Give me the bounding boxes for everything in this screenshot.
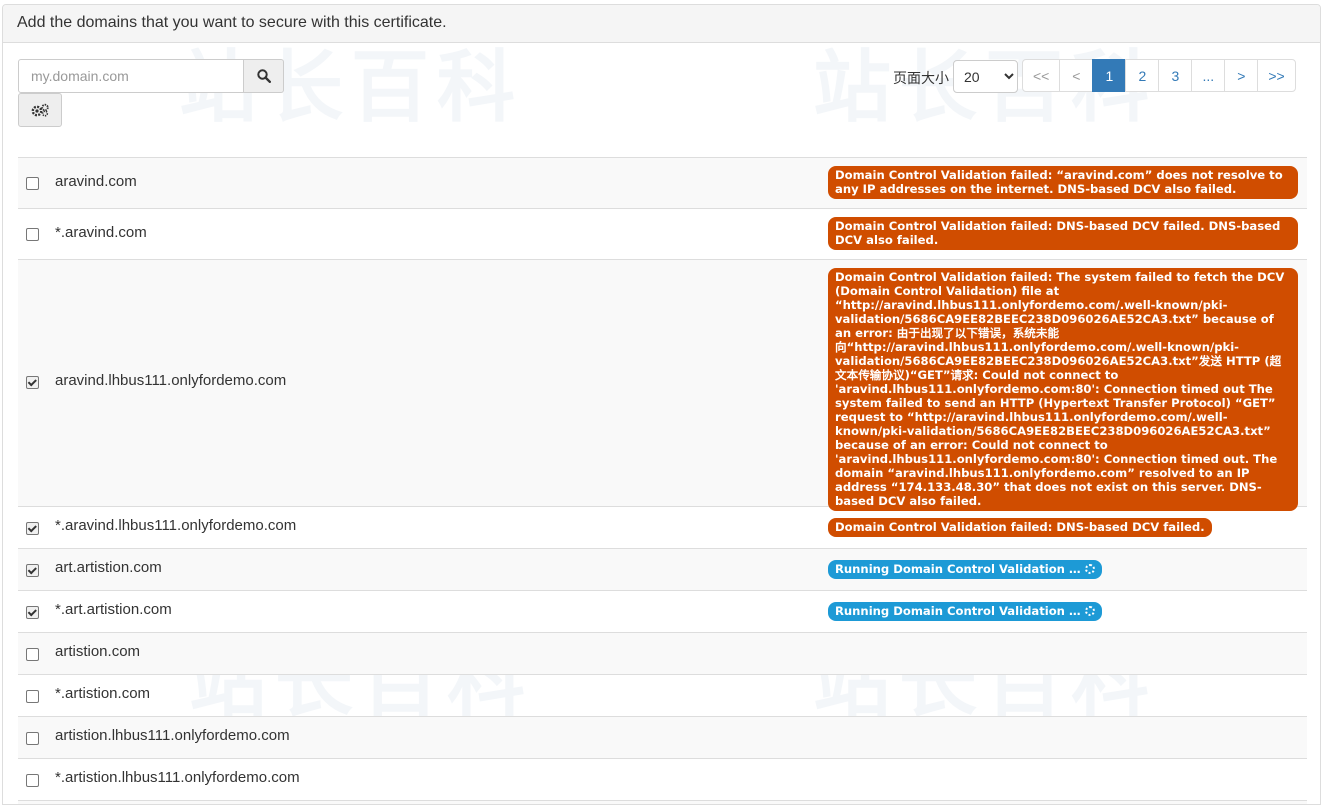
page-button-3[interactable]: 3 bbox=[1158, 59, 1193, 92]
search-button[interactable] bbox=[244, 59, 284, 93]
table-row: artistion.lhbus111.onlyfordemo.com bbox=[18, 717, 1307, 759]
row-checkbox[interactable] bbox=[26, 564, 39, 577]
table-row: aravind.com Domain Control Validation fa… bbox=[18, 158, 1307, 209]
row-checkbox[interactable] bbox=[26, 177, 39, 190]
page-first-button[interactable]: << bbox=[1022, 59, 1061, 92]
table-row: *.artistion.lhbus111.onlyfordemo.com bbox=[18, 759, 1307, 801]
domain-name: aravind.lhbus111.onlyfordemo.com bbox=[55, 372, 287, 389]
domain-name: *.aravind.com bbox=[55, 224, 147, 241]
page-last-button[interactable]: >> bbox=[1257, 59, 1296, 92]
domains-panel: Add the domains that you want to secure … bbox=[2, 4, 1321, 805]
table-row: aravind.lhbus111.onlyfordemo.com Domain … bbox=[18, 260, 1307, 511]
domain-name: *.art.artistion.com bbox=[55, 601, 172, 618]
dcv-status-badge: Domain Control Validation failed: The sy… bbox=[828, 268, 1298, 511]
dcv-running-badge: Running Domain Control Validation … bbox=[828, 602, 1102, 621]
domain-name: *.aravind.lhbus111.onlyfordemo.com bbox=[55, 517, 297, 534]
dcv-status-badge: Domain Control Validation failed: DNS-ba… bbox=[828, 518, 1212, 537]
domain-name: artistion.com bbox=[55, 643, 141, 660]
page-button-2[interactable]: 2 bbox=[1125, 59, 1160, 92]
dcv-running-text: Running Domain Control Validation … bbox=[835, 604, 1081, 618]
row-checkbox[interactable] bbox=[26, 606, 39, 619]
row-checkbox[interactable] bbox=[26, 228, 39, 241]
row-checkbox[interactable] bbox=[26, 732, 39, 745]
table-row: *.artistion.com bbox=[18, 675, 1307, 717]
page-ellipsis-button[interactable]: ... bbox=[1191, 59, 1226, 92]
search-input[interactable] bbox=[18, 59, 244, 93]
domain-name: aravind.com bbox=[55, 173, 137, 190]
settings-button[interactable] bbox=[18, 93, 62, 127]
page-size-select[interactable]: 20 bbox=[953, 60, 1018, 93]
table-row: artistion.com bbox=[18, 633, 1307, 675]
row-checkbox[interactable] bbox=[26, 648, 39, 661]
spinner-icon bbox=[1084, 564, 1095, 574]
table-row: art.artistion.com Running Domain Control… bbox=[18, 549, 1307, 591]
table-row: *.art.artistion.com Running Domain Contr… bbox=[18, 591, 1307, 633]
spinner-icon bbox=[1084, 606, 1095, 616]
row-checkbox[interactable] bbox=[26, 376, 39, 389]
table-row: *.aravind.com Domain Control Validation … bbox=[18, 209, 1307, 260]
table-row: *.aravind.lhbus111.onlyfordemo.com Domai… bbox=[18, 507, 1307, 549]
domain-name: art.artistion.com bbox=[55, 559, 162, 576]
row-checkbox[interactable] bbox=[26, 774, 39, 787]
domains-table: aravind.com Domain Control Validation fa… bbox=[18, 157, 1307, 804]
domain-name: artistion.lhbus111.onlyfordemo.com bbox=[55, 727, 290, 744]
domain-name: *.artistion.lhbus111.onlyfordemo.com bbox=[55, 769, 300, 786]
dcv-running-text: Running Domain Control Validation … bbox=[835, 562, 1081, 576]
search-group bbox=[18, 59, 284, 93]
panel-heading: Add the domains that you want to secure … bbox=[3, 5, 1320, 43]
pagination: << < 1 2 3 ... > >> bbox=[1022, 59, 1296, 92]
page-prev-button[interactable]: < bbox=[1059, 59, 1094, 92]
row-checkbox[interactable] bbox=[26, 522, 39, 535]
dcv-status-badge: Domain Control Validation failed: DNS-ba… bbox=[828, 217, 1298, 250]
row-checkbox[interactable] bbox=[26, 690, 39, 703]
page-button-1[interactable]: 1 bbox=[1092, 59, 1127, 92]
gears-icon bbox=[31, 103, 49, 117]
dcv-running-badge: Running Domain Control Validation … bbox=[828, 560, 1102, 579]
table-row bbox=[18, 801, 1307, 804]
page-next-button[interactable]: > bbox=[1224, 59, 1259, 92]
page-size-label: 页面大小 bbox=[893, 70, 949, 86]
domain-name: *.artistion.com bbox=[55, 685, 151, 702]
search-icon bbox=[256, 69, 271, 83]
dcv-status-badge: Domain Control Validation failed: “aravi… bbox=[828, 166, 1298, 199]
